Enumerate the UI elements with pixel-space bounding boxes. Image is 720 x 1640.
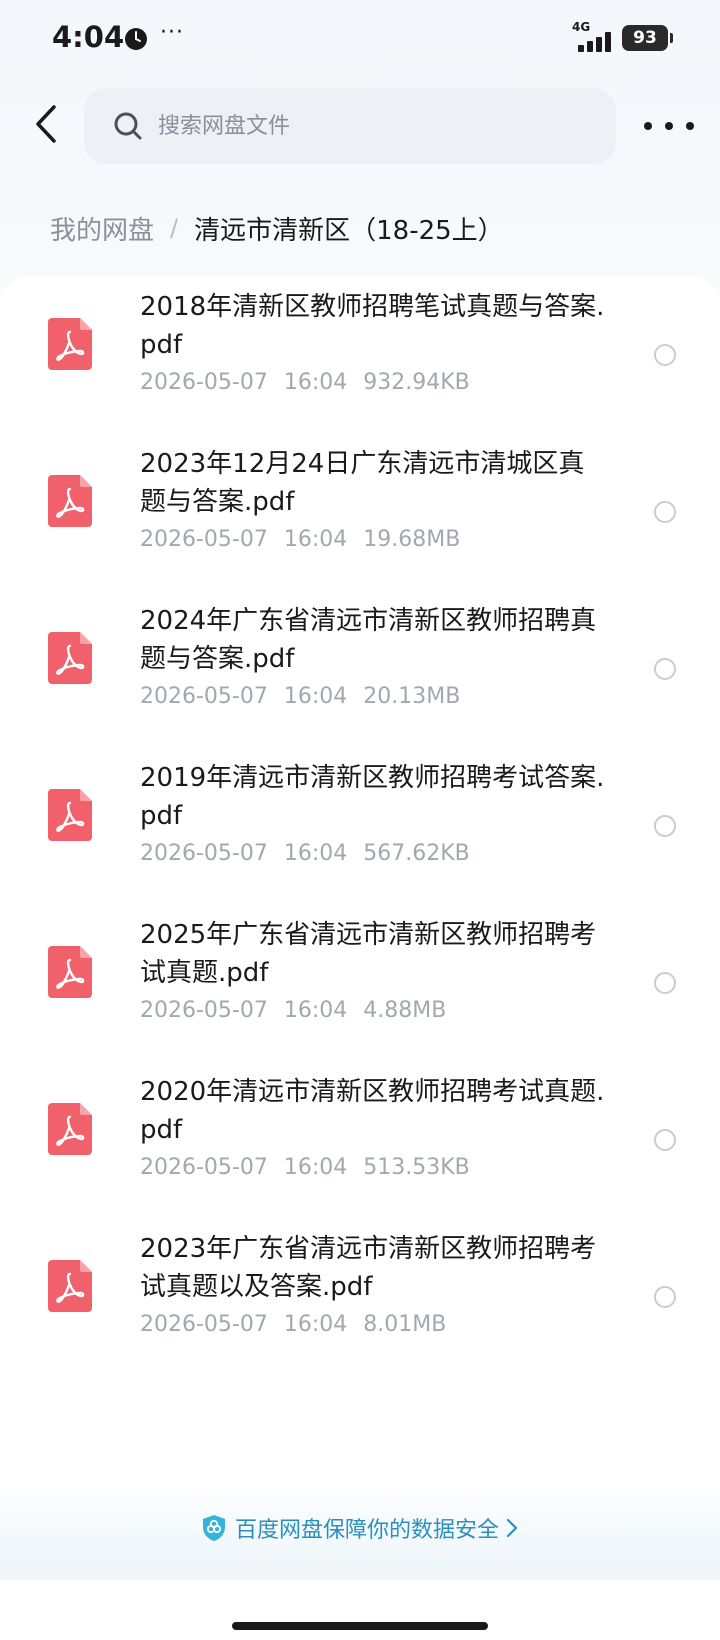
file-meta: 2026-05-07 16:04 8.01MB bbox=[140, 1312, 462, 1337]
select-checkbox[interactable] bbox=[654, 658, 676, 680]
breadcrumb: 我的网盘 / 清远市清新区（18-25上） bbox=[50, 208, 504, 248]
file-date: 2026-05-07 bbox=[140, 1155, 268, 1180]
file-time: 16:04 bbox=[283, 527, 348, 552]
file-row[interactable]: 2018年清新区教师招聘笔试真题与答案.pdf 2026-05-07 16:04 93… bbox=[0, 288, 720, 452]
file-list: 2018年清新区教师招聘笔试真题与答案.pdf 2026-05-07 16:04 93… bbox=[0, 276, 720, 1476]
file-name[interactable]: 2019年清远市清新区教师招聘考试答案.pdf bbox=[140, 759, 610, 835]
breadcrumb-current: 清远市清新区（18-25上） bbox=[194, 215, 504, 246]
file-size: 932.94KB bbox=[363, 370, 470, 395]
shield-icon bbox=[202, 1515, 225, 1541]
pdf-file-icon bbox=[48, 475, 92, 527]
file-meta: 2026-05-07 16:04 19.68MB bbox=[140, 527, 476, 552]
pdf-file-icon bbox=[48, 1260, 92, 1312]
file-size: 4.88MB bbox=[363, 998, 447, 1023]
signal-indicator: 4G bbox=[572, 20, 618, 52]
file-meta: 2026-05-07 16:04 513.53KB bbox=[140, 1155, 486, 1180]
file-name[interactable]: 2023年广东省清远市清新区教师招聘考试真题以及答案.pdf bbox=[140, 1230, 610, 1306]
file-row[interactable]: 2023年广东省清远市清新区教师招聘考试真题以及答案.pdf 2026-05-07… bbox=[0, 1230, 720, 1394]
file-time: 16:04 bbox=[283, 684, 348, 709]
file-date: 2026-05-07 bbox=[140, 998, 268, 1023]
file-time: 16:04 bbox=[283, 1155, 348, 1180]
status-bar: 4:04 ··· 4G 93 bbox=[0, 0, 720, 80]
chevron-right-icon bbox=[506, 1518, 518, 1538]
pdf-file-icon bbox=[48, 1103, 92, 1155]
file-size: 567.62KB bbox=[363, 841, 470, 866]
more-dot-icon bbox=[644, 122, 652, 130]
home-indicator[interactable] bbox=[232, 1622, 488, 1630]
file-name[interactable]: 2025年广东省清远市清新区教师招聘考试真题.pdf bbox=[140, 916, 610, 992]
file-meta: 2026-05-07 16:04 932.94KB bbox=[140, 370, 486, 395]
file-row[interactable]: 2020年清远市清新区教师招聘考试真题.pdf 2026-05-07 16:04 51… bbox=[0, 1073, 720, 1237]
file-name[interactable]: 2024年广东省清远市清新区教师招聘真题与答案.pdf bbox=[140, 602, 610, 678]
status-notification-more: ··· bbox=[160, 20, 184, 45]
clock-icon bbox=[125, 28, 147, 50]
pdf-file-icon bbox=[48, 789, 92, 841]
pdf-file-icon bbox=[48, 946, 92, 998]
file-time: 16:04 bbox=[283, 841, 348, 866]
select-checkbox[interactable] bbox=[654, 972, 676, 994]
file-time: 16:04 bbox=[283, 1312, 348, 1337]
security-text: 百度网盘保障你的数据安全 bbox=[234, 1518, 499, 1543]
file-date: 2026-05-07 bbox=[140, 841, 268, 866]
more-dot-icon bbox=[686, 122, 694, 130]
file-name[interactable]: 2018年清新区教师招聘笔试真题与答案.pdf bbox=[140, 288, 610, 364]
file-size: 19.68MB bbox=[363, 527, 461, 552]
battery-indicator: 93 bbox=[622, 25, 673, 51]
page: 4:04 ··· 4G 93 搜索网盘文件 我的网盘 / 清远市清新区（18-2… bbox=[0, 0, 720, 1640]
security-link[interactable]: 百度网盘保障你的数据安全 bbox=[0, 1512, 720, 1544]
file-meta: 2026-05-07 16:04 20.13MB bbox=[140, 684, 476, 709]
pdf-file-icon bbox=[48, 318, 92, 370]
breadcrumb-separator: / bbox=[170, 214, 179, 242]
signal-bars-icon bbox=[578, 32, 611, 52]
select-checkbox[interactable] bbox=[654, 1129, 676, 1151]
file-meta: 2026-05-07 16:04 567.62KB bbox=[140, 841, 486, 866]
file-date: 2026-05-07 bbox=[140, 1312, 268, 1337]
select-checkbox[interactable] bbox=[654, 1286, 676, 1308]
status-time: 4:04 bbox=[52, 20, 125, 54]
file-size: 8.01MB bbox=[363, 1312, 447, 1337]
back-button[interactable] bbox=[26, 100, 66, 148]
file-row[interactable]: 2025年广东省清远市清新区教师招聘考试真题.pdf 2026-05-07 16:0… bbox=[0, 916, 720, 1080]
select-checkbox[interactable] bbox=[654, 501, 676, 523]
file-row[interactable]: 2024年广东省清远市清新区教师招聘真题与答案.pdf 2026-05-07 16:… bbox=[0, 602, 720, 766]
more-options-button[interactable] bbox=[644, 108, 694, 144]
file-date: 2026-05-07 bbox=[140, 527, 268, 552]
search-input[interactable] bbox=[158, 113, 538, 139]
file-meta: 2026-05-07 16:04 4.88MB bbox=[140, 998, 462, 1023]
file-row[interactable]: 2023年12月24日广东清远市清城区真题与答案.pdf 2026-05-07 16… bbox=[0, 445, 720, 609]
file-time: 16:04 bbox=[283, 998, 348, 1023]
back-arrow-icon bbox=[36, 105, 56, 143]
file-date: 2026-05-07 bbox=[140, 684, 268, 709]
file-name[interactable]: 2020年清远市清新区教师招聘考试真题.pdf bbox=[140, 1073, 610, 1149]
file-size: 20.13MB bbox=[363, 684, 461, 709]
file-name[interactable]: 2023年12月24日广东清远市清城区真题与答案.pdf bbox=[140, 445, 610, 521]
select-checkbox[interactable] bbox=[654, 815, 676, 837]
file-date: 2026-05-07 bbox=[140, 370, 268, 395]
select-checkbox[interactable] bbox=[654, 344, 676, 366]
file-row[interactable]: 2019年清远市清新区教师招聘考试答案.pdf 2026-05-07 16:04 56… bbox=[0, 759, 720, 923]
file-size: 513.53KB bbox=[363, 1155, 470, 1180]
pdf-file-icon bbox=[48, 632, 92, 684]
search-icon bbox=[114, 112, 142, 140]
file-time: 16:04 bbox=[283, 370, 348, 395]
breadcrumb-root[interactable]: 我的网盘 bbox=[50, 210, 154, 247]
search-box[interactable] bbox=[84, 88, 616, 164]
more-dot-icon bbox=[665, 122, 673, 130]
